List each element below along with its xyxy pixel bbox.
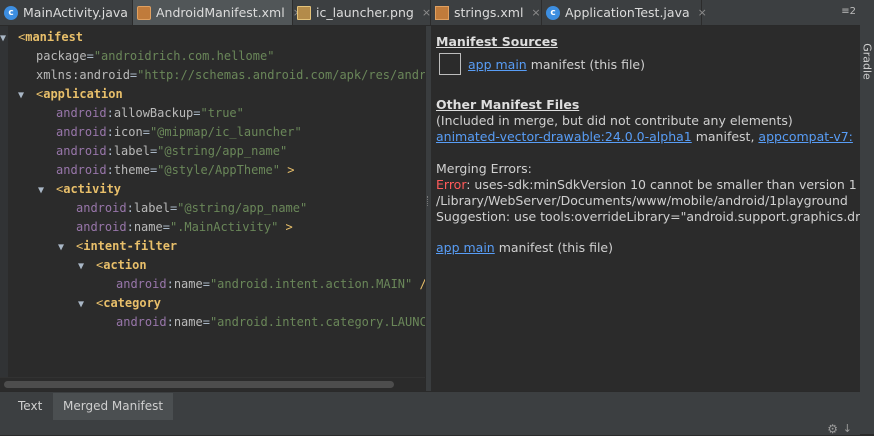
tab-label: ic_launcher.png: [316, 5, 414, 20]
tab-label: AndroidManifest.xml: [156, 5, 285, 20]
tab-label: strings.xml: [454, 5, 524, 20]
code-line: ▼ <activity: [38, 180, 121, 199]
merge-error-path: /Library/WebServer/Documents/www/mobile/…: [436, 193, 848, 208]
code-line: android:allowBackup="true": [56, 106, 244, 120]
other-manifest-list: animated-vector-drawable:24.0.0-alpha1 m…: [436, 129, 853, 144]
tab-strings-xml[interactable]: strings.xml ×: [431, 0, 542, 25]
java-class-icon: c: [546, 5, 560, 20]
scrollbar-thumb[interactable]: [4, 381, 394, 388]
footer-source-row: app main manifest (this file): [436, 240, 613, 255]
xml-file-icon: [435, 5, 449, 20]
fold-arrow-icon[interactable]: ▼: [78, 257, 96, 276]
code-line: ▼ <manifest: [0, 28, 83, 47]
image-file-icon: [297, 5, 311, 20]
fold-arrow-icon[interactable]: ▼: [18, 86, 36, 105]
drag-handle-icon: [427, 196, 430, 206]
appcompat-link[interactable]: appcompat-v7:: [758, 129, 852, 144]
code-line: android:name=".MainActivity" >: [76, 220, 293, 234]
merge-suggestion: Suggestion: use tools:overrideLibrary="a…: [436, 209, 860, 224]
fold-arrow-icon[interactable]: ▼: [78, 295, 96, 314]
manifest-source-row: app main manifest (this file): [468, 57, 645, 72]
other-manifest-files-header: Other Manifest Files: [436, 97, 580, 112]
code-line: android:name="android.intent.category.LA…: [116, 315, 425, 329]
tab-label: ApplicationTest.java: [565, 5, 690, 20]
code-line: xmlns:android="http://schemas.android.co…: [36, 68, 425, 82]
code-line: android:label="@string/app_name": [76, 201, 308, 215]
java-class-icon: c: [4, 5, 18, 20]
right-tool-strip: Gradle: [859, 25, 874, 434]
code-line: android:name="android.intent.action.MAIN…: [116, 277, 425, 291]
manifest-sources-header: Manifest Sources: [436, 34, 558, 49]
animated-vector-drawable-link[interactable]: animated-vector-drawable:24.0.0-alpha1: [436, 129, 692, 144]
editor-gutter: [0, 26, 8, 377]
close-icon[interactable]: ×: [698, 6, 707, 19]
code-line: android:theme="@style/AppTheme" >: [56, 163, 295, 177]
fold-arrow-icon[interactable]: ▼: [38, 181, 56, 200]
editor-mode-bar: Text Merged Manifest ⚙ ↓: [0, 391, 860, 436]
close-icon[interactable]: ×: [422, 6, 431, 19]
arrow-down-icon[interactable]: ↓: [843, 422, 852, 435]
fold-arrow-icon[interactable]: ▼: [0, 29, 18, 48]
manifest-file-icon: [137, 5, 151, 20]
code-line: ▼ <intent-filter: [58, 237, 177, 256]
app-main-link[interactable]: app main: [468, 57, 527, 72]
merging-errors-label: Merging Errors:: [436, 161, 532, 176]
code-line: ▼ <application: [18, 85, 123, 104]
gradle-tool-button[interactable]: Gradle: [861, 41, 874, 83]
xml-editor[interactable]: ▼ <manifest package="androidrich.com.hell…: [0, 26, 425, 377]
code-line: ▼ <category: [78, 294, 161, 313]
tab-mainactivity-java[interactable]: c MainActivity.java ×: [0, 0, 145, 25]
fold-arrow-icon[interactable]: ▼: [58, 238, 76, 257]
tab-ic-launcher-png[interactable]: ic_launcher.png ×: [293, 0, 431, 25]
tab-label: MainActivity.java: [23, 5, 128, 20]
tab-merged-manifest[interactable]: Merged Manifest: [53, 393, 174, 420]
tab-text[interactable]: Text: [8, 393, 52, 420]
tab-overflow-button[interactable]: ≡2: [841, 6, 856, 17]
code-line: package="androidrich.com.hellome": [36, 49, 275, 63]
merge-error-line: Error: uses-sdk:minSdkVersion 10 cannot …: [436, 177, 857, 192]
merged-manifest-panel: Manifest Sources app main manifest (this…: [431, 26, 860, 391]
close-icon[interactable]: ×: [531, 6, 540, 19]
editor-tab-bar: c MainActivity.java × AndroidManifest.xm…: [0, 0, 874, 26]
tab-applicationtest-java[interactable]: c ApplicationTest.java ×: [542, 0, 707, 25]
code-line: android:label="@string/app_name": [56, 144, 288, 158]
code-line: ▼ <action: [78, 256, 147, 275]
editor-horizontal-scrollbar[interactable]: [0, 377, 425, 392]
tab-androidmanifest-xml[interactable]: AndroidManifest.xml ×: [133, 0, 302, 25]
source-color-swatch: [439, 53, 461, 75]
error-keyword: Error: [436, 177, 467, 192]
code-line: android:icon="@mipmap/ic_launcher": [56, 125, 302, 139]
other-manifest-note: (Included in merge, but did not contribu…: [436, 113, 793, 128]
app-main-link[interactable]: app main: [436, 240, 495, 255]
